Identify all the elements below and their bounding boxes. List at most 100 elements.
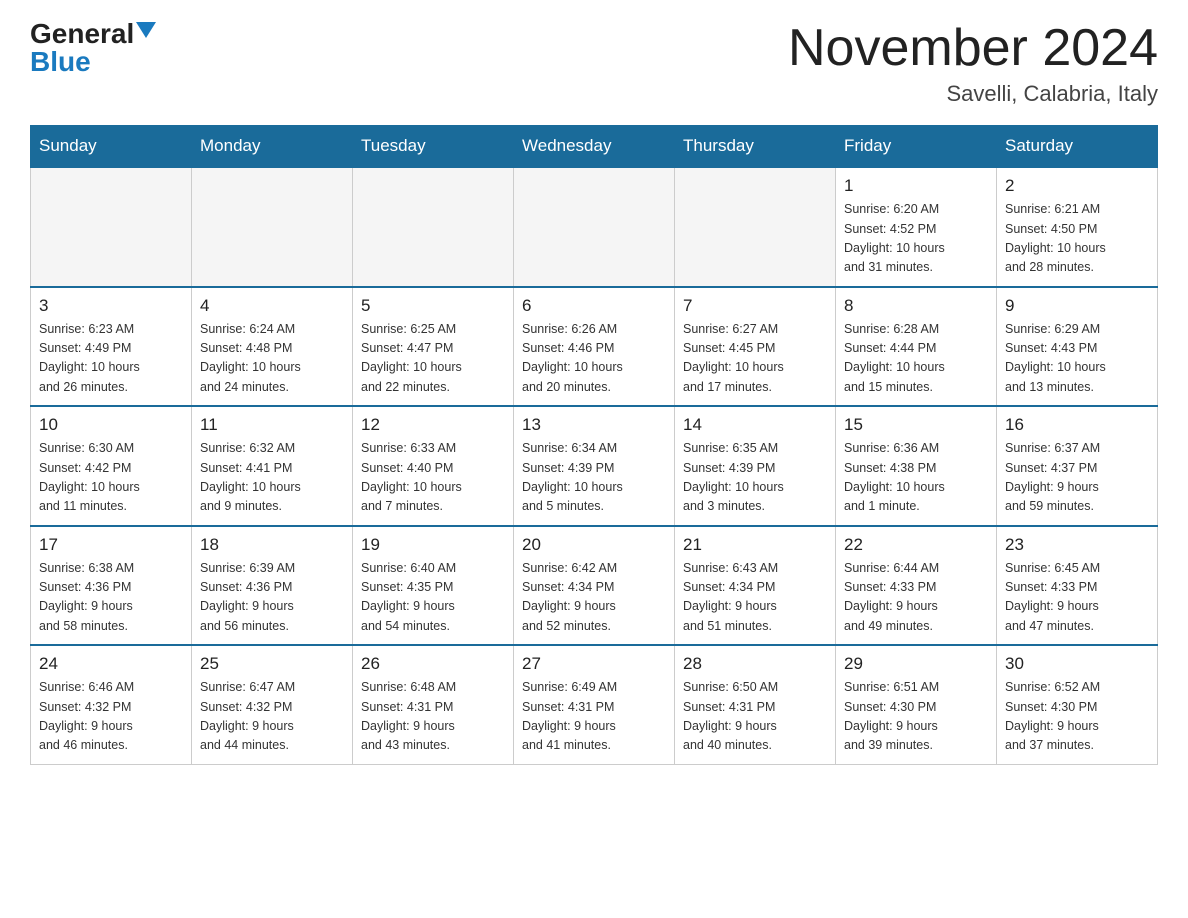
day-info: Sunrise: 6:21 AMSunset: 4:50 PMDaylight:… bbox=[1005, 200, 1149, 278]
col-wednesday: Wednesday bbox=[514, 126, 675, 168]
day-number: 28 bbox=[683, 654, 827, 674]
calendar-cell: 5 Sunrise: 6:25 AMSunset: 4:47 PMDaylight… bbox=[353, 287, 514, 407]
calendar-cell: 12 Sunrise: 6:33 AMSunset: 4:40 PMDayligh… bbox=[353, 406, 514, 526]
day-number: 14 bbox=[683, 415, 827, 435]
calendar-cell: 11 Sunrise: 6:32 AMSunset: 4:41 PMDayligh… bbox=[192, 406, 353, 526]
day-number: 19 bbox=[361, 535, 505, 555]
logo-blue-text: Blue bbox=[30, 48, 91, 76]
calendar-cell: 24 Sunrise: 6:46 AMSunset: 4:32 PMDayligh… bbox=[31, 645, 192, 764]
day-number: 8 bbox=[844, 296, 988, 316]
day-info: Sunrise: 6:26 AMSunset: 4:46 PMDaylight:… bbox=[522, 320, 666, 398]
day-number: 27 bbox=[522, 654, 666, 674]
day-number: 30 bbox=[1005, 654, 1149, 674]
calendar-cell bbox=[31, 167, 192, 287]
calendar-cell: 15Sunrise: 6:36 AMSunset: 4:38 PMDayligh… bbox=[836, 406, 997, 526]
col-sunday: Sunday bbox=[31, 126, 192, 168]
calendar-cell: 9 Sunrise: 6:29 AMSunset: 4:43 PMDaylight… bbox=[997, 287, 1158, 407]
calendar-week-row: 10Sunrise: 6:30 AMSunset: 4:42 PMDayligh… bbox=[31, 406, 1158, 526]
day-number: 18 bbox=[200, 535, 344, 555]
col-tuesday: Tuesday bbox=[353, 126, 514, 168]
calendar-cell: 22Sunrise: 6:44 AMSunset: 4:33 PMDayligh… bbox=[836, 526, 997, 646]
day-info: Sunrise: 6:40 AMSunset: 4:35 PMDaylight:… bbox=[361, 559, 505, 637]
day-info: Sunrise: 6:24 AMSunset: 4:48 PMDaylight:… bbox=[200, 320, 344, 398]
day-number: 6 bbox=[522, 296, 666, 316]
calendar-cell: 17 Sunrise: 6:38 AMSunset: 4:36 PMDayligh… bbox=[31, 526, 192, 646]
day-info: Sunrise: 6:27 AMSunset: 4:45 PMDaylight:… bbox=[683, 320, 827, 398]
col-thursday: Thursday bbox=[675, 126, 836, 168]
calendar-cell: 19 Sunrise: 6:40 AMSunset: 4:35 PMDayligh… bbox=[353, 526, 514, 646]
calendar-cell: 16Sunrise: 6:37 AMSunset: 4:37 PMDayligh… bbox=[997, 406, 1158, 526]
calendar-cell: 8 Sunrise: 6:28 AMSunset: 4:44 PMDaylight… bbox=[836, 287, 997, 407]
day-info: Sunrise: 6:28 AMSunset: 4:44 PMDaylight:… bbox=[844, 320, 988, 398]
day-info: Sunrise: 6:43 AMSunset: 4:34 PMDaylight:… bbox=[683, 559, 827, 637]
calendar-cell bbox=[353, 167, 514, 287]
calendar-cell: 2 Sunrise: 6:21 AMSunset: 4:50 PMDaylight… bbox=[997, 167, 1158, 287]
day-info: Sunrise: 6:37 AMSunset: 4:37 PMDaylight:… bbox=[1005, 439, 1149, 517]
day-info: Sunrise: 6:30 AMSunset: 4:42 PMDaylight:… bbox=[39, 439, 183, 517]
calendar-cell bbox=[675, 167, 836, 287]
calendar-cell: 4 Sunrise: 6:24 AMSunset: 4:48 PMDaylight… bbox=[192, 287, 353, 407]
day-info: Sunrise: 6:47 AMSunset: 4:32 PMDaylight:… bbox=[200, 678, 344, 756]
day-info: Sunrise: 6:34 AMSunset: 4:39 PMDaylight:… bbox=[522, 439, 666, 517]
logo-general-text: General bbox=[30, 20, 134, 48]
day-info: Sunrise: 6:23 AMSunset: 4:49 PMDaylight:… bbox=[39, 320, 183, 398]
day-number: 24 bbox=[39, 654, 183, 674]
calendar-cell: 7 Sunrise: 6:27 AMSunset: 4:45 PMDaylight… bbox=[675, 287, 836, 407]
logo-triangle-icon bbox=[136, 22, 156, 38]
day-number: 11 bbox=[200, 415, 344, 435]
calendar-cell: 27 Sunrise: 6:49 AMSunset: 4:31 PMDayligh… bbox=[514, 645, 675, 764]
day-info: Sunrise: 6:39 AMSunset: 4:36 PMDaylight:… bbox=[200, 559, 344, 637]
calendar-cell: 29 Sunrise: 6:51 AMSunset: 4:30 PMDayligh… bbox=[836, 645, 997, 764]
day-number: 12 bbox=[361, 415, 505, 435]
day-number: 21 bbox=[683, 535, 827, 555]
calendar-cell: 1 Sunrise: 6:20 AMSunset: 4:52 PMDaylight… bbox=[836, 167, 997, 287]
day-info: Sunrise: 6:20 AMSunset: 4:52 PMDaylight:… bbox=[844, 200, 988, 278]
day-number: 9 bbox=[1005, 296, 1149, 316]
day-number: 25 bbox=[200, 654, 344, 674]
day-info: Sunrise: 6:29 AMSunset: 4:43 PMDaylight:… bbox=[1005, 320, 1149, 398]
day-info: Sunrise: 6:46 AMSunset: 4:32 PMDaylight:… bbox=[39, 678, 183, 756]
calendar-cell: 23Sunrise: 6:45 AMSunset: 4:33 PMDayligh… bbox=[997, 526, 1158, 646]
day-number: 26 bbox=[361, 654, 505, 674]
day-info: Sunrise: 6:52 AMSunset: 4:30 PMDaylight:… bbox=[1005, 678, 1149, 756]
calendar-cell: 6 Sunrise: 6:26 AMSunset: 4:46 PMDaylight… bbox=[514, 287, 675, 407]
calendar-cell: 25 Sunrise: 6:47 AMSunset: 4:32 PMDayligh… bbox=[192, 645, 353, 764]
day-number: 4 bbox=[200, 296, 344, 316]
calendar-cell: 21 Sunrise: 6:43 AMSunset: 4:34 PMDayligh… bbox=[675, 526, 836, 646]
calendar-cell: 18 Sunrise: 6:39 AMSunset: 4:36 PMDayligh… bbox=[192, 526, 353, 646]
day-number: 20 bbox=[522, 535, 666, 555]
page-header: General Blue November 2024 Savelli, Cala… bbox=[30, 20, 1158, 107]
day-info: Sunrise: 6:33 AMSunset: 4:40 PMDaylight:… bbox=[361, 439, 505, 517]
calendar-week-row: 1 Sunrise: 6:20 AMSunset: 4:52 PMDaylight… bbox=[31, 167, 1158, 287]
day-info: Sunrise: 6:35 AMSunset: 4:39 PMDaylight:… bbox=[683, 439, 827, 517]
day-info: Sunrise: 6:50 AMSunset: 4:31 PMDaylight:… bbox=[683, 678, 827, 756]
day-number: 29 bbox=[844, 654, 988, 674]
calendar-cell: 3Sunrise: 6:23 AMSunset: 4:49 PMDaylight… bbox=[31, 287, 192, 407]
day-info: Sunrise: 6:49 AMSunset: 4:31 PMDaylight:… bbox=[522, 678, 666, 756]
calendar-cell bbox=[192, 167, 353, 287]
day-info: Sunrise: 6:38 AMSunset: 4:36 PMDaylight:… bbox=[39, 559, 183, 637]
calendar-cell: 26 Sunrise: 6:48 AMSunset: 4:31 PMDayligh… bbox=[353, 645, 514, 764]
day-number: 1 bbox=[844, 176, 988, 196]
day-number: 17 bbox=[39, 535, 183, 555]
calendar-week-row: 24 Sunrise: 6:46 AMSunset: 4:32 PMDayligh… bbox=[31, 645, 1158, 764]
day-info: Sunrise: 6:32 AMSunset: 4:41 PMDaylight:… bbox=[200, 439, 344, 517]
day-info: Sunrise: 6:45 AMSunset: 4:33 PMDaylight:… bbox=[1005, 559, 1149, 637]
calendar-cell: 30 Sunrise: 6:52 AMSunset: 4:30 PMDayligh… bbox=[997, 645, 1158, 764]
day-info: Sunrise: 6:48 AMSunset: 4:31 PMDaylight:… bbox=[361, 678, 505, 756]
calendar-subtitle: Savelli, Calabria, Italy bbox=[788, 81, 1158, 107]
day-number: 15 bbox=[844, 415, 988, 435]
day-number: 5 bbox=[361, 296, 505, 316]
calendar-cell: 13Sunrise: 6:34 AMSunset: 4:39 PMDayligh… bbox=[514, 406, 675, 526]
day-number: 7 bbox=[683, 296, 827, 316]
calendar-week-row: 3Sunrise: 6:23 AMSunset: 4:49 PMDaylight… bbox=[31, 287, 1158, 407]
day-info: Sunrise: 6:42 AMSunset: 4:34 PMDaylight:… bbox=[522, 559, 666, 637]
day-number: 2 bbox=[1005, 176, 1149, 196]
calendar-cell bbox=[514, 167, 675, 287]
calendar-cell: 10Sunrise: 6:30 AMSunset: 4:42 PMDayligh… bbox=[31, 406, 192, 526]
day-info: Sunrise: 6:51 AMSunset: 4:30 PMDaylight:… bbox=[844, 678, 988, 756]
day-info: Sunrise: 6:25 AMSunset: 4:47 PMDaylight:… bbox=[361, 320, 505, 398]
calendar-title-area: November 2024 Savelli, Calabria, Italy bbox=[788, 20, 1158, 107]
calendar-table: Sunday Monday Tuesday Wednesday Thursday… bbox=[30, 125, 1158, 765]
calendar-header-row: Sunday Monday Tuesday Wednesday Thursday… bbox=[31, 126, 1158, 168]
